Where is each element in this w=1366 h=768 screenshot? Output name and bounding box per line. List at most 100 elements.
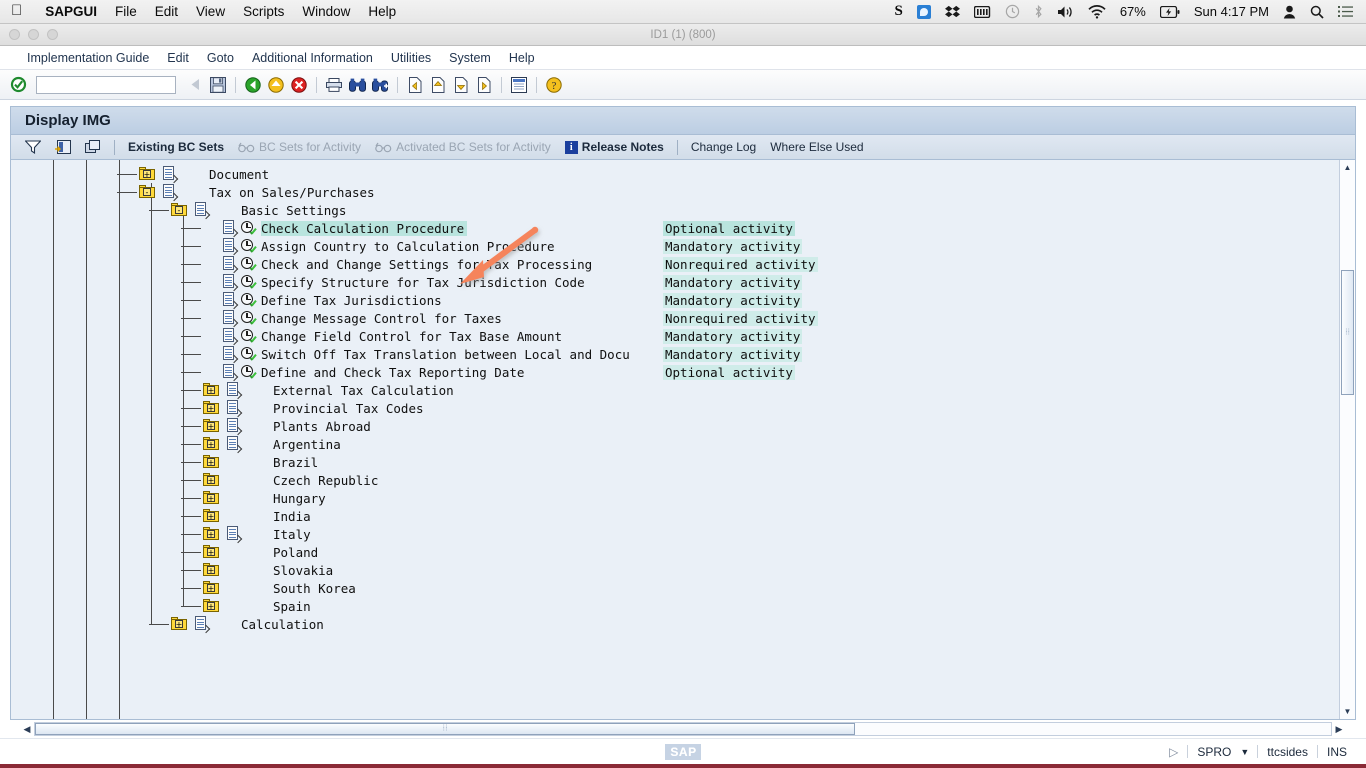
- document-icon[interactable]: [223, 292, 239, 310]
- tree-row-label[interactable]: Switch Off Tax Translation between Local…: [261, 347, 630, 362]
- document-icon[interactable]: [223, 220, 239, 238]
- menu-item-file[interactable]: File: [106, 4, 146, 19]
- tree-row[interactable]: - Basic Settings: [11, 201, 1339, 220]
- document-icon[interactable]: [223, 346, 239, 364]
- s-app-icon[interactable]: S: [887, 0, 909, 24]
- tree-row-label[interactable]: Spain: [273, 599, 311, 614]
- expander-toggle[interactable]: +: [207, 386, 215, 394]
- tree-row[interactable]: + Brazil: [11, 453, 1339, 471]
- tree-row-label[interactable]: Define Tax Jurisdictions: [261, 293, 442, 308]
- document-icon[interactable]: [227, 400, 243, 418]
- document-icon[interactable]: [223, 310, 239, 328]
- horizontal-scroll-track[interactable]: ∷ ∷: [34, 722, 1332, 736]
- expander-toggle[interactable]: +: [175, 620, 183, 628]
- document-icon[interactable]: [227, 382, 243, 400]
- tree-row-label[interactable]: Hungary: [273, 491, 326, 506]
- first-page-icon[interactable]: [405, 75, 425, 95]
- tree-row[interactable]: Assign Country to Calculation Procedure M…: [11, 237, 1339, 256]
- expander-toggle[interactable]: -: [143, 188, 151, 196]
- back-green-icon[interactable]: [243, 75, 263, 95]
- existing-bc-sets-button[interactable]: Existing BC Sets: [122, 137, 230, 157]
- tree-row[interactable]: + Plants Abroad: [11, 417, 1339, 436]
- folder-collapsed-icon[interactable]: +: [203, 527, 219, 540]
- document-icon[interactable]: [223, 274, 239, 292]
- green-check-enter-icon[interactable]: [8, 75, 28, 95]
- expander-toggle[interactable]: +: [207, 494, 215, 502]
- tree-row-label[interactable]: Specify Structure for Tax Jurisdiction C…: [261, 275, 585, 290]
- tree-row[interactable]: + Hungary: [11, 489, 1339, 507]
- expander-toggle[interactable]: +: [207, 476, 215, 484]
- last-page-icon[interactable]: [474, 75, 494, 95]
- folder-collapsed-icon[interactable]: +: [203, 545, 219, 558]
- spotlight-search-icon[interactable]: [1303, 0, 1331, 24]
- tree-row-label[interactable]: Calculation: [241, 617, 324, 632]
- folder-collapsed-icon[interactable]: +: [203, 437, 219, 450]
- tree-row[interactable]: + Document: [11, 165, 1339, 184]
- tree-row[interactable]: Switch Off Tax Translation between Local…: [11, 345, 1339, 364]
- activity-clock-check-icon[interactable]: [241, 347, 256, 362]
- vertical-scroll-thumb[interactable]: ∷ ∷: [1341, 270, 1354, 395]
- tree-row-label[interactable]: Check Calculation Procedure: [261, 220, 468, 236]
- tree-row-label[interactable]: External Tax Calculation: [273, 383, 454, 398]
- tree-row[interactable]: Define and Check Tax Reporting Date Optio…: [11, 363, 1339, 382]
- folder-collapsed-icon[interactable]: +: [203, 491, 219, 504]
- sap-menu-additional-information[interactable]: Additional Information: [243, 51, 382, 65]
- tree-row[interactable]: + Spain: [11, 597, 1339, 615]
- tree-row-label[interactable]: South Korea: [273, 581, 356, 596]
- tree-row-label[interactable]: Document: [209, 167, 269, 182]
- document-icon[interactable]: [163, 166, 179, 184]
- tree-row[interactable]: + India: [11, 507, 1339, 525]
- time-machine-icon[interactable]: [998, 0, 1027, 24]
- tree-row[interactable]: Specify Structure for Tax Jurisdiction C…: [11, 273, 1339, 292]
- document-icon[interactable]: [195, 202, 211, 220]
- tree-row-label[interactable]: Tax on Sales/Purchases: [209, 185, 375, 200]
- folder-collapsed-icon[interactable]: +: [203, 563, 219, 576]
- horizontal-scroll-thumb[interactable]: ∷ ∷: [35, 723, 855, 735]
- folder-collapsed-icon[interactable]: +: [203, 401, 219, 414]
- document-icon[interactable]: [223, 238, 239, 256]
- sap-menu-utilities[interactable]: Utilities: [382, 51, 440, 65]
- expander-toggle[interactable]: +: [207, 566, 215, 574]
- save-icon[interactable]: [208, 75, 228, 95]
- folder-collapsed-icon[interactable]: +: [203, 455, 219, 468]
- exit-yellow-icon[interactable]: [266, 75, 286, 95]
- expander-toggle[interactable]: +: [207, 602, 215, 610]
- help-icon[interactable]: ?: [544, 75, 564, 95]
- tree-row-label[interactable]: Plants Abroad: [273, 419, 371, 434]
- tree-row[interactable]: + Italy: [11, 525, 1339, 544]
- tree-row[interactable]: + Argentina: [11, 435, 1339, 454]
- tree-row-label[interactable]: Slovakia: [273, 563, 333, 578]
- document-icon[interactable]: [223, 256, 239, 274]
- tree-row[interactable]: Check and Change Settings for Tax Proces…: [11, 255, 1339, 274]
- vertical-scrollbar[interactable]: ▲ ∷ ∷ ▼: [1339, 160, 1355, 719]
- clock-label[interactable]: Sun 4:17 PM: [1187, 0, 1276, 24]
- document-icon[interactable]: [223, 364, 239, 382]
- user-icon[interactable]: [1276, 0, 1303, 24]
- blue-app-icon[interactable]: [910, 0, 938, 24]
- expander-toggle[interactable]: +: [207, 422, 215, 430]
- folder-collapsed-icon[interactable]: +: [203, 581, 219, 594]
- sap-menu-system[interactable]: System: [440, 51, 500, 65]
- tree-row[interactable]: Change Message Control for Taxes Nonrequi…: [11, 309, 1339, 328]
- activity-clock-check-icon[interactable]: [241, 365, 256, 380]
- tree-row[interactable]: + Slovakia: [11, 561, 1339, 579]
- tree-row-label[interactable]: Check and Change Settings for Tax Proces…: [261, 257, 592, 272]
- scroll-down-button[interactable]: ▼: [1340, 704, 1355, 719]
- tree-row[interactable]: Change Field Control for Tax Base Amount…: [11, 327, 1339, 346]
- folder-collapsed-icon[interactable]: +: [139, 167, 155, 180]
- print-icon[interactable]: [324, 75, 344, 95]
- sap-menu-goto[interactable]: Goto: [198, 51, 243, 65]
- menu-item-sapgui[interactable]: SAPGUI: [36, 4, 106, 19]
- tree-row-label[interactable]: Poland: [273, 545, 318, 560]
- tree-row-label[interactable]: Change Message Control for Taxes: [261, 311, 502, 326]
- where-else-used-button[interactable]: Where Else Used: [764, 137, 869, 157]
- document-icon[interactable]: [227, 526, 243, 544]
- find-next-icon[interactable]: [370, 75, 390, 95]
- filter-icon[interactable]: [19, 137, 47, 157]
- battery-meter-icon[interactable]: [967, 0, 998, 24]
- apple-icon[interactable]: : [11, 3, 22, 18]
- sap-menu-implementation-guide[interactable]: Implementation Guide: [18, 51, 158, 65]
- window-title-bar[interactable]: ID1 (1) (800): [0, 24, 1366, 46]
- expander-toggle[interactable]: +: [143, 170, 151, 178]
- tree-row-label[interactable]: Czech Republic: [273, 473, 378, 488]
